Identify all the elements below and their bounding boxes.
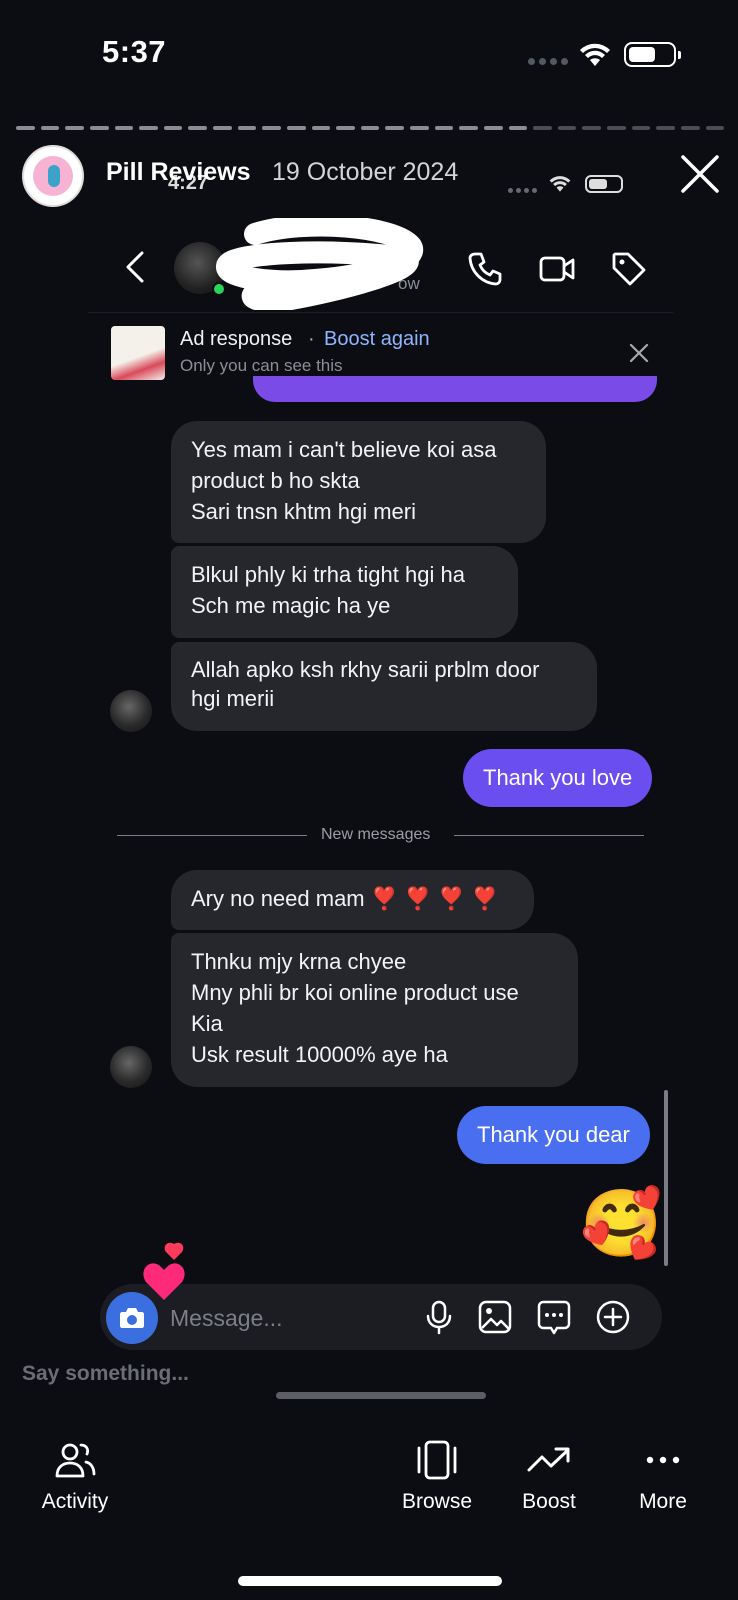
divider-line bbox=[117, 835, 307, 836]
inner-status-time: 4:27 bbox=[168, 172, 209, 194]
tab-browse[interactable]: Browse bbox=[382, 1440, 492, 1514]
trend-icon bbox=[527, 1447, 570, 1472]
video-call-icon[interactable] bbox=[538, 250, 576, 288]
redaction-scribble bbox=[216, 218, 423, 310]
incoming-message[interactable]: Ary no need mam ❣️ ❣️ ❣️ ❣️ bbox=[171, 870, 534, 930]
outgoing-message[interactable]: Thank you dear bbox=[457, 1106, 650, 1164]
incoming-message[interactable]: Blkul phly ki trha tight hgi ha Sch me m… bbox=[171, 546, 518, 638]
story-avatar[interactable] bbox=[22, 145, 84, 207]
back-chevron-icon[interactable] bbox=[122, 250, 148, 284]
incoming-message[interactable]: Allah apko ksh rkhy sarii prblm door hgi… bbox=[171, 642, 597, 731]
signal-icon bbox=[528, 58, 568, 65]
message-input[interactable] bbox=[170, 1302, 400, 1334]
ad-separator: · bbox=[308, 328, 315, 350]
divider-line bbox=[454, 835, 644, 836]
sticker-chat-icon[interactable] bbox=[535, 1298, 573, 1336]
inner-wifi-icon bbox=[549, 176, 571, 192]
add-icon[interactable] bbox=[594, 1298, 632, 1336]
sender-avatar[interactable] bbox=[110, 690, 152, 732]
sheet-handle[interactable] bbox=[276, 1392, 486, 1399]
outgoing-message[interactable]: Thank you love bbox=[463, 749, 653, 807]
status-time: 5:37 bbox=[102, 34, 167, 69]
emoji-message[interactable]: 🥰 bbox=[580, 1190, 662, 1256]
incoming-message[interactable]: Yes mam i can't believe koi asa product … bbox=[171, 421, 546, 543]
close-icon[interactable] bbox=[680, 154, 720, 194]
ad-response-title: Ad response bbox=[180, 328, 293, 350]
story-date: 19 October 2024 bbox=[272, 158, 459, 186]
outgoing-message-partial bbox=[253, 376, 657, 402]
ad-response-subtitle: Only you can see this bbox=[180, 356, 343, 375]
tab-boost[interactable]: Boost bbox=[494, 1440, 604, 1514]
dismiss-icon[interactable] bbox=[628, 342, 650, 364]
home-indicator[interactable] bbox=[238, 1576, 502, 1586]
gallery-icon[interactable] bbox=[476, 1298, 514, 1336]
sender-avatar[interactable] bbox=[110, 1046, 152, 1088]
more-icon bbox=[646, 1456, 680, 1464]
ad-thumbnail[interactable] bbox=[111, 326, 165, 380]
hearts-reaction-icon bbox=[143, 1242, 185, 1300]
new-messages-label: New messages bbox=[321, 826, 431, 843]
browse-icon bbox=[417, 1440, 457, 1480]
microphone-icon[interactable] bbox=[420, 1298, 458, 1336]
inner-battery-icon bbox=[585, 175, 623, 193]
boost-again-link[interactable]: Boost again bbox=[324, 328, 430, 351]
inner-signal-icon bbox=[508, 188, 537, 193]
people-icon bbox=[55, 1443, 96, 1478]
scrollbar[interactable] bbox=[664, 1090, 668, 1266]
wifi-icon bbox=[580, 43, 610, 66]
incoming-message[interactable]: Thnku mjy krna chyee Mny phli br koi onl… bbox=[171, 933, 578, 1087]
tab-more[interactable]: More bbox=[608, 1440, 718, 1514]
phone-icon[interactable] bbox=[466, 250, 504, 288]
tag-icon[interactable] bbox=[610, 250, 648, 288]
tab-activity[interactable]: Activity bbox=[20, 1440, 130, 1514]
story-progress bbox=[16, 126, 725, 130]
story-reply-field[interactable]: Say something... bbox=[22, 1362, 189, 1386]
battery-icon bbox=[624, 42, 681, 67]
